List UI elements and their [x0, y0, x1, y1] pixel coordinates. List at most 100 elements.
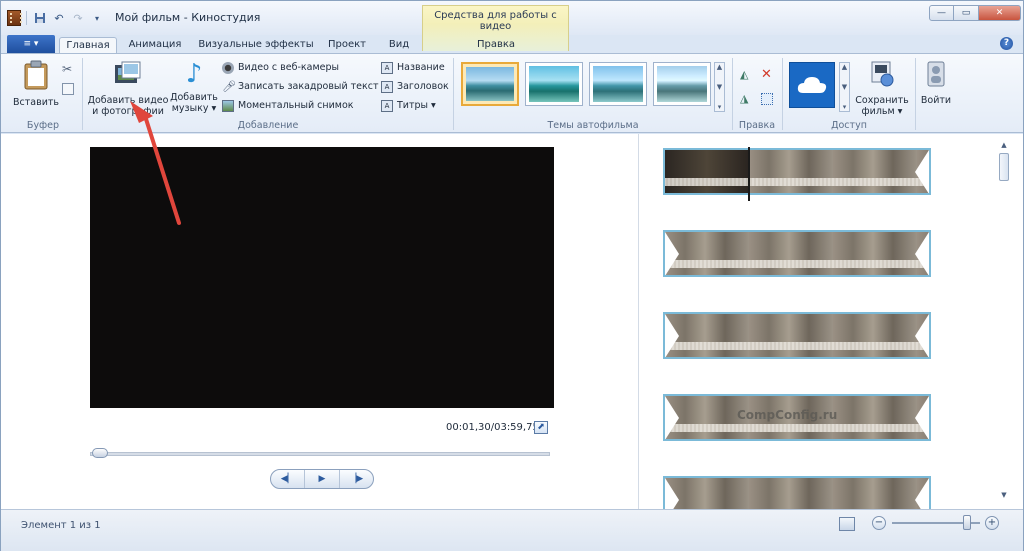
title-icon: A — [381, 61, 393, 74]
gallery-down-icon[interactable]: ▼ — [717, 83, 722, 91]
playback-time: 00:01,30/03:59,75 — [446, 422, 539, 433]
next-frame-button[interactable]: ▕▶ — [340, 470, 373, 488]
scroll-thumb[interactable] — [999, 153, 1009, 181]
gallery-more-icon[interactable]: ▾ — [718, 103, 722, 111]
seek-thumb[interactable] — [92, 448, 108, 458]
film-app-icon[interactable] — [7, 10, 22, 26]
file-menu-button[interactable]: ≡ ▾ — [7, 35, 55, 53]
thumbnail-size-icon[interactable] — [839, 517, 855, 531]
clip-edge — [665, 478, 679, 509]
play-button[interactable]: ▶ — [305, 470, 340, 488]
undo-icon[interactable]: ↶ — [51, 10, 67, 26]
rotate-left-button[interactable]: ◭ — [740, 66, 752, 83]
ribbon: Вставить ✂ Буфер Добавить видео и фотогр… — [1, 53, 1023, 133]
tab-home[interactable]: Главная — [59, 37, 117, 53]
close-button[interactable]: ✕ — [979, 5, 1021, 21]
rotate-right-icon: ◮ — [740, 91, 749, 105]
theme-thumbnail — [466, 67, 514, 101]
webcam-video-button[interactable]: Видео с веб-камеры — [222, 59, 339, 76]
music-note-icon: ♪ — [185, 59, 203, 89]
storyboard-scrollbar[interactable]: ▲ ▼ — [997, 139, 1011, 501]
clip-edge — [901, 232, 929, 275]
seek-bar[interactable] — [90, 452, 550, 456]
previous-frame-button[interactable]: ◀▏ — [271, 470, 306, 488]
zoom-slider-thumb[interactable] — [963, 515, 971, 530]
group-separator — [453, 58, 454, 130]
credits-button[interactable]: A Титры ▾ — [381, 97, 436, 114]
watermark-text: CompConfig.ru — [737, 408, 838, 422]
storyboard-clip[interactable] — [663, 312, 931, 359]
storyboard-clip[interactable] — [663, 476, 931, 509]
share-down-icon[interactable]: ▼ — [842, 83, 847, 91]
add-video-photos-button[interactable]: Добавить видео и фотографии — [87, 60, 169, 117]
tab-animation[interactable]: Анимация — [123, 37, 187, 53]
rotate-left-icon: ◭ — [740, 67, 749, 81]
gallery-up-icon[interactable]: ▲ — [717, 63, 722, 71]
sign-in-button[interactable]: Войти — [917, 60, 955, 106]
copy-button[interactable] — [62, 80, 74, 97]
rotate-right-button[interactable]: ◮ — [740, 90, 752, 107]
playhead-cursor[interactable] — [748, 147, 750, 201]
remove-button[interactable]: ✕ — [761, 66, 773, 83]
webcam-label: Видео с веб-камеры — [238, 62, 340, 73]
auto-movie-theme-2[interactable] — [525, 62, 583, 106]
scroll-track[interactable] — [997, 183, 1011, 489]
tab-view[interactable]: Вид — [381, 37, 417, 53]
scissors-icon: ✂ — [62, 61, 73, 76]
share-more-icon[interactable]: ▾ — [843, 103, 847, 111]
skydrive-share-button[interactable] — [789, 62, 837, 108]
group-label-share: Доступ — [831, 120, 867, 131]
select-all-button[interactable] — [761, 90, 773, 107]
auto-movie-theme-3[interactable] — [589, 62, 647, 106]
clip-edge — [665, 396, 679, 439]
tab-project[interactable]: Проект — [321, 37, 373, 53]
quick-access-toolbar: ↶ ↷ ▾ — [7, 10, 105, 26]
save-movie-label-line1: Сохранить — [855, 95, 909, 106]
film-photo-icon — [87, 60, 169, 91]
caption-button[interactable]: A Заголовок — [381, 78, 449, 95]
playback-controls: ◀▏ ▶ ▕▶ — [270, 469, 374, 489]
clip-edge — [901, 150, 929, 193]
video-preview[interactable] — [90, 147, 554, 408]
storyboard-clip[interactable] — [663, 148, 931, 195]
caption-label: Заголовок — [397, 81, 449, 92]
scroll-up-icon[interactable]: ▲ — [997, 139, 1011, 151]
customize-qat-icon[interactable]: ▾ — [89, 10, 105, 26]
fullscreen-icon[interactable]: ⬈ — [534, 421, 548, 434]
scroll-down-icon[interactable]: ▼ — [997, 489, 1011, 501]
share-gallery-scroll[interactable]: ▲ ▼ ▾ — [839, 62, 850, 112]
share-up-icon[interactable]: ▲ — [842, 63, 847, 71]
zoom-out-icon[interactable]: − — [872, 516, 886, 530]
group-separator — [732, 58, 733, 130]
tab-visual-effects[interactable]: Визуальные эффекты — [197, 37, 315, 53]
themes-gallery-scroll[interactable]: ▲ ▼ ▾ — [714, 62, 725, 112]
window-title: Мой фильм - Киностудия — [115, 11, 261, 24]
auto-movie-theme-4[interactable] — [653, 62, 711, 106]
title-button[interactable]: A Название — [381, 59, 445, 76]
zoom-in-icon[interactable]: + — [985, 516, 999, 530]
minimize-button[interactable]: — — [929, 5, 954, 21]
group-separator — [82, 58, 83, 130]
group-label-clipboard: Буфер — [26, 120, 60, 131]
clip-frames — [665, 232, 929, 275]
redo-icon[interactable]: ↷ — [70, 10, 86, 26]
paste-button[interactable]: Вставить — [13, 60, 59, 108]
snapshot-label: Моментальный снимок — [238, 100, 354, 111]
pane-divider[interactable] — [638, 134, 639, 509]
record-narration-button[interactable]: 🎤︎ Записать закадровый текст ▾ — [222, 78, 386, 95]
group-label-edit: Правка — [738, 120, 776, 131]
tab-edit[interactable]: Правка — [471, 37, 521, 53]
status-bar: Элемент 1 из 1 − + — [1, 509, 1023, 551]
clip-edge — [901, 314, 929, 357]
add-music-button[interactable]: ♪ Добавить музыку ▾ — [169, 60, 219, 114]
cut-button[interactable]: ✂ — [62, 60, 74, 77]
maximize-button[interactable]: ▭ — [954, 5, 979, 21]
auto-movie-theme-1[interactable] — [461, 62, 519, 106]
snapshot-button[interactable]: Моментальный снимок — [222, 97, 354, 114]
storyboard-clip[interactable] — [663, 230, 931, 277]
save-icon[interactable] — [32, 10, 48, 26]
snapshot-icon — [222, 99, 234, 112]
help-icon[interactable]: ? — [1000, 37, 1013, 50]
clip-edge — [665, 232, 679, 275]
save-movie-button[interactable]: Сохранить фильм ▾ — [853, 60, 911, 117]
